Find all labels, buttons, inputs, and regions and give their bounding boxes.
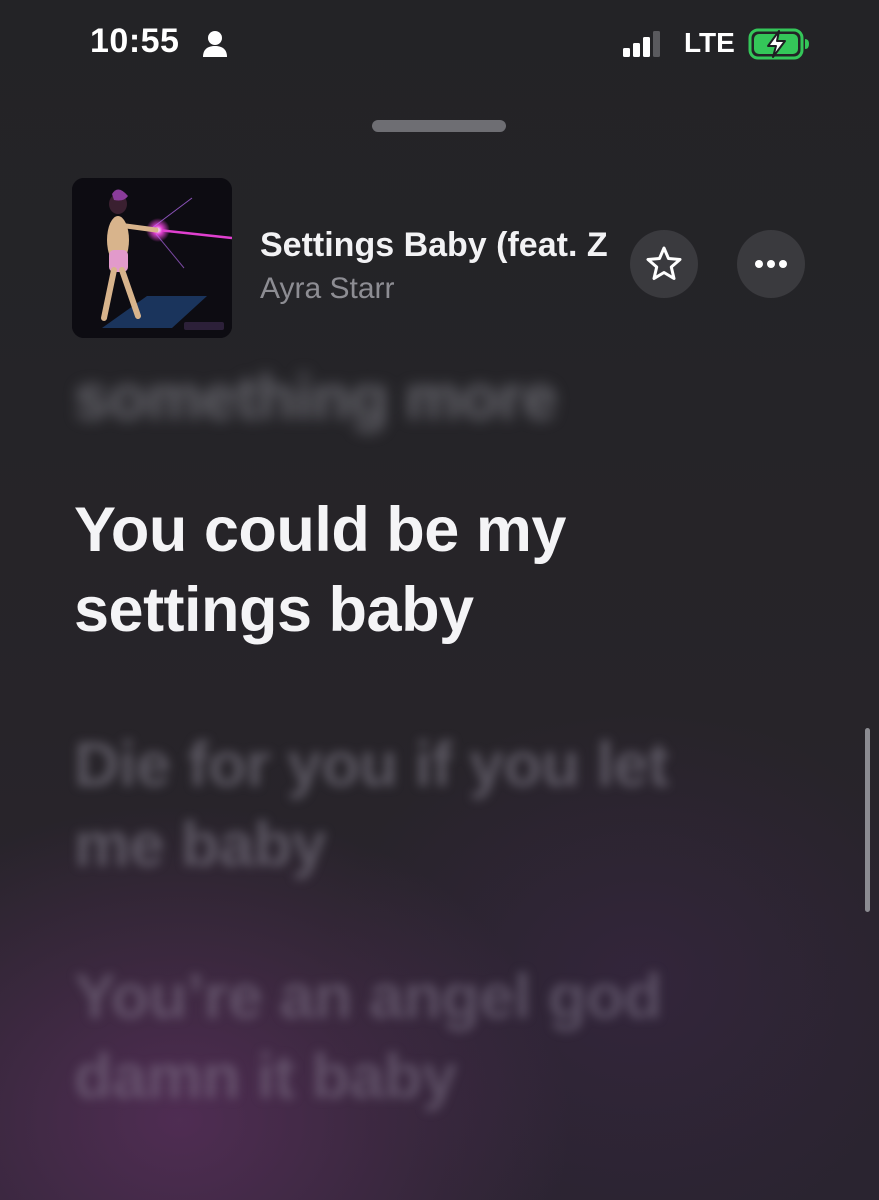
cellular-signal-icon (623, 31, 660, 57)
lyric-line-next[interactable]: Die for you if you let me baby (74, 725, 774, 885)
battery-charging-icon (748, 28, 809, 60)
sheet-grabber[interactable] (372, 120, 506, 132)
song-title[interactable]: Settings Baby (feat. Z (260, 226, 624, 265)
scrollbar-thumb[interactable] (865, 728, 870, 912)
lyric-line-upcoming[interactable]: You’re an angel god damn it baby (74, 957, 774, 1117)
status-time: 10:55 (90, 22, 180, 60)
network-type-label: LTE (684, 27, 735, 58)
lyrics-screen: 10:55 LTE Settings Baby (feat. Z Ayra St… (0, 0, 879, 1200)
person-icon (203, 31, 227, 57)
lyric-line-current[interactable]: You could be my settings baby (74, 490, 774, 650)
more-options-button[interactable] (737, 230, 805, 298)
ellipsis-icon (755, 260, 787, 268)
star-icon (646, 246, 682, 280)
album-artwork-image (72, 178, 232, 338)
lyric-line-previous[interactable]: something more (74, 358, 774, 438)
artist-name[interactable]: Ayra Starr (260, 272, 395, 306)
favorite-button[interactable] (630, 230, 698, 298)
album-artwork[interactable] (72, 178, 232, 338)
